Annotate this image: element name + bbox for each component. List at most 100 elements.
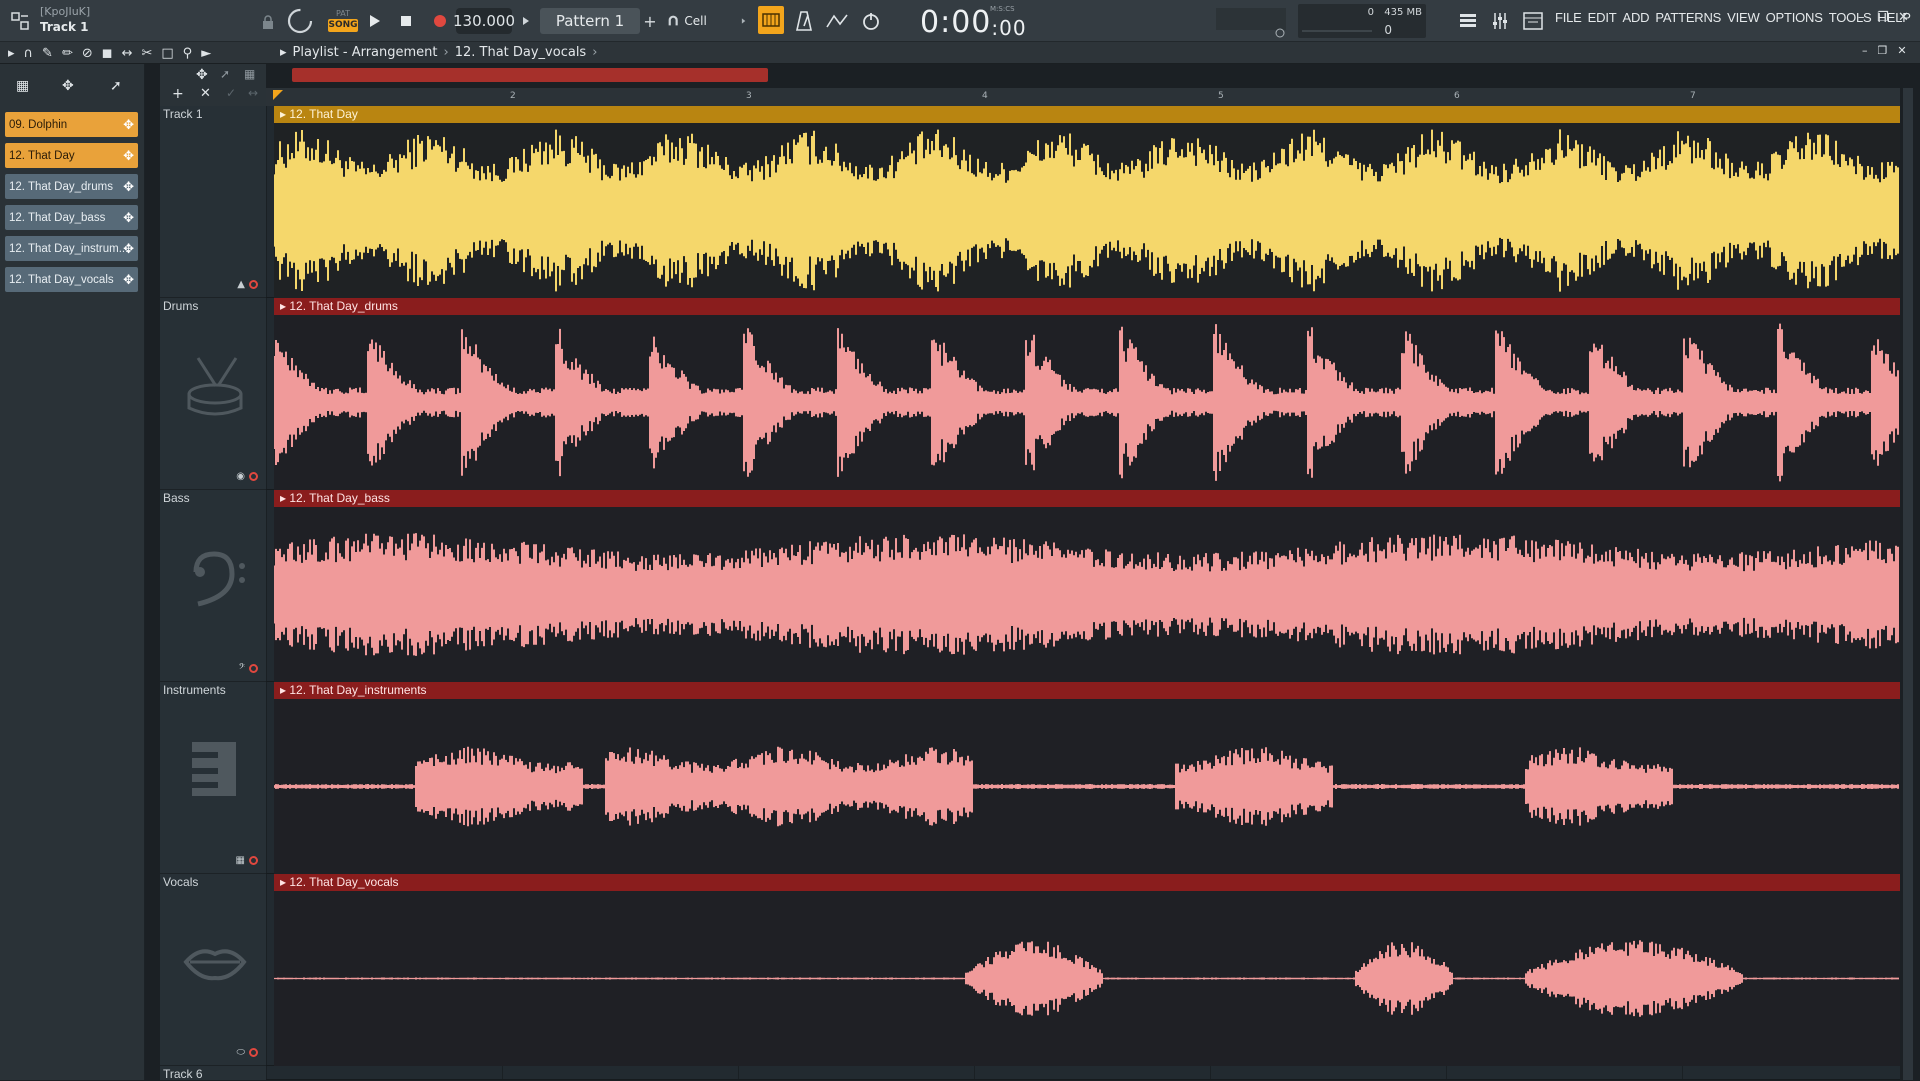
automation-track-icon[interactable]: ➚: [220, 67, 230, 81]
track-lane[interactable]: ▸ 12. That Day_instruments: [266, 682, 1900, 874]
playlist-close-icon[interactable]: ✕: [1897, 44, 1906, 57]
breadcrumb-clip[interactable]: 12. That Day_vocals: [455, 45, 587, 60]
tempo-display[interactable]: 130.000: [453, 8, 515, 34]
menu-options[interactable]: OPTIONS: [1766, 10, 1823, 25]
track-enable-icon[interactable]: [249, 856, 258, 865]
collapse-icon[interactable]: ▲: [237, 279, 245, 290]
options-arrow-icon[interactable]: ▸: [8, 46, 15, 61]
remove-track-button[interactable]: ✕: [200, 86, 211, 101]
timeline-ruler[interactable]: 2 3 4 5 6 7: [266, 88, 1900, 106]
picker-clip[interactable]: 12. That Day_bass ✥: [5, 205, 138, 230]
playback-icon[interactable]: ►: [201, 46, 211, 61]
picker-clip[interactable]: 09. Dolphin ✥: [5, 112, 138, 137]
track-enable-icon[interactable]: [249, 1048, 258, 1057]
clip-title[interactable]: ▸ 12. That Day_instruments: [274, 682, 1900, 699]
pattern-arrow-icon[interactable]: [518, 12, 534, 30]
track-enable-icon[interactable]: [249, 472, 258, 481]
track-lane[interactable]: ▸ 12. That Day: [266, 106, 1900, 298]
picker-clip[interactable]: 12. That Day_instrum... ✥: [5, 236, 138, 261]
automation-picker-icon[interactable]: ➚: [110, 78, 122, 94]
magnet-icon: [668, 15, 678, 26]
track-header[interactable]: Drums ◉: [160, 298, 266, 490]
track-enable-icon[interactable]: [249, 280, 258, 289]
mixer-icon[interactable]: [1488, 10, 1512, 32]
waveform-path: [274, 746, 1899, 827]
close-icon[interactable]: ✕: [1898, 10, 1909, 25]
track-header[interactable]: Instruments ▦: [160, 682, 266, 874]
audio-clip[interactable]: [274, 507, 1900, 682]
pattern-selector[interactable]: Pattern 1: [540, 8, 640, 34]
loop-record-icon[interactable]: [858, 8, 884, 34]
master-volume-widget[interactable]: [1216, 8, 1286, 38]
picker-clip[interactable]: 12. That Day_drums ✥: [5, 174, 138, 199]
add-pattern-button[interactable]: +: [642, 12, 658, 31]
picker-clip-label: 09. Dolphin: [9, 118, 68, 131]
add-track-button[interactable]: +: [172, 86, 184, 102]
breadcrumb-playlist[interactable]: Playlist - Arrangement: [293, 45, 438, 60]
audio-clip[interactable]: [274, 699, 1900, 874]
snap-selector[interactable]: Cell: [668, 10, 746, 32]
typing-keyboard-button[interactable]: [758, 6, 784, 34]
wait-input-icon[interactable]: [824, 8, 850, 34]
menu-file[interactable]: FILE: [1555, 10, 1582, 25]
vertical-scrollbar[interactable]: [1903, 88, 1913, 1080]
clip-title-text: 12. That Day_instruments: [289, 683, 427, 697]
zoom-icon[interactable]: ⚲: [183, 46, 193, 61]
maximize-icon[interactable]: ❐: [1877, 10, 1889, 25]
audio-clip[interactable]: [274, 123, 1900, 298]
audio-picker-icon[interactable]: ✥: [62, 78, 74, 94]
playlist-maximize-icon[interactable]: ❐: [1878, 44, 1888, 57]
playlist-lanes[interactable]: ▸ 12. That Day ▸ 12. That Day_drums ▸ 12…: [266, 106, 1900, 1080]
pattern-track-icon[interactable]: ▦: [244, 67, 255, 81]
clip-title[interactable]: ▸ 12. That Day_drums: [274, 298, 1900, 315]
track-header[interactable]: Track 6: [160, 1066, 266, 1081]
audio-track-icon[interactable]: ✥: [196, 67, 208, 83]
audio-clip[interactable]: [274, 891, 1900, 1066]
stop-button[interactable]: [395, 10, 417, 32]
track-header[interactable]: Bass 𝄢: [160, 490, 266, 682]
pattern-picker-icon[interactable]: ▦: [16, 78, 29, 94]
menu-patterns[interactable]: PATTERNS: [1655, 10, 1721, 25]
browser-icon[interactable]: [1520, 10, 1546, 32]
track-lane[interactable]: ▸ 12. That Day_vocals: [266, 874, 1900, 1066]
picker-clip[interactable]: 12. That Day_vocals ✥: [5, 267, 138, 292]
clip-title[interactable]: ▸ 12. That Day_vocals: [274, 874, 1900, 891]
menu-tools[interactable]: TOOLS: [1829, 10, 1872, 25]
menu-add[interactable]: ADD: [1622, 10, 1649, 25]
slip-icon[interactable]: ↔: [122, 46, 133, 61]
lock-icon[interactable]: [260, 14, 276, 30]
playlist-minimize-icon[interactable]: –: [1862, 44, 1868, 57]
delete-icon[interactable]: ⊘: [82, 46, 93, 61]
audio-clip[interactable]: [274, 315, 1900, 490]
track-lane[interactable]: ▸ 12. That Day_drums: [266, 298, 1900, 490]
pat-song-toggle[interactable]: PAT SONG: [328, 8, 358, 34]
track-enable-icon[interactable]: [249, 664, 258, 673]
select-icon[interactable]: □: [161, 46, 173, 61]
playlist-view-icon[interactable]: [1456, 10, 1480, 32]
playhead-marker-icon[interactable]: [272, 89, 284, 101]
mute-icon[interactable]: ◼: [102, 46, 113, 61]
slice-icon[interactable]: ✂: [141, 46, 152, 61]
cpu-memory-monitor[interactable]: 0 435 MB 0: [1298, 4, 1426, 38]
magnet-icon[interactable]: ∩: [24, 46, 34, 61]
track-header[interactable]: Track 1 ▲: [160, 106, 266, 298]
brush-icon[interactable]: ✏: [62, 46, 73, 61]
track-lane[interactable]: [266, 1066, 1900, 1080]
metronome-icon[interactable]: [792, 8, 816, 34]
resize-icon[interactable]: ↔: [248, 86, 258, 100]
play-button[interactable]: [364, 10, 386, 32]
main-menu-icon[interactable]: [8, 10, 32, 32]
track-header[interactable]: Vocals ⬭: [160, 874, 266, 1066]
picker-clip[interactable]: 12. That Day ✥: [5, 143, 138, 168]
menu-edit[interactable]: EDIT: [1588, 10, 1617, 25]
menu-view[interactable]: VIEW: [1727, 10, 1760, 25]
pencil-icon[interactable]: ✎: [42, 46, 53, 61]
clip-title[interactable]: ▸ 12. That Day: [274, 106, 1900, 123]
spin-icon[interactable]: [284, 6, 316, 36]
check-icon[interactable]: ✓: [226, 86, 236, 100]
track-lane[interactable]: ▸ 12. That Day_bass: [266, 490, 1900, 682]
horizontal-scrollbar[interactable]: [292, 68, 768, 82]
minimize-icon[interactable]: –: [1858, 10, 1865, 25]
record-button[interactable]: [429, 10, 451, 32]
clip-title[interactable]: ▸ 12. That Day_bass: [274, 490, 1900, 507]
